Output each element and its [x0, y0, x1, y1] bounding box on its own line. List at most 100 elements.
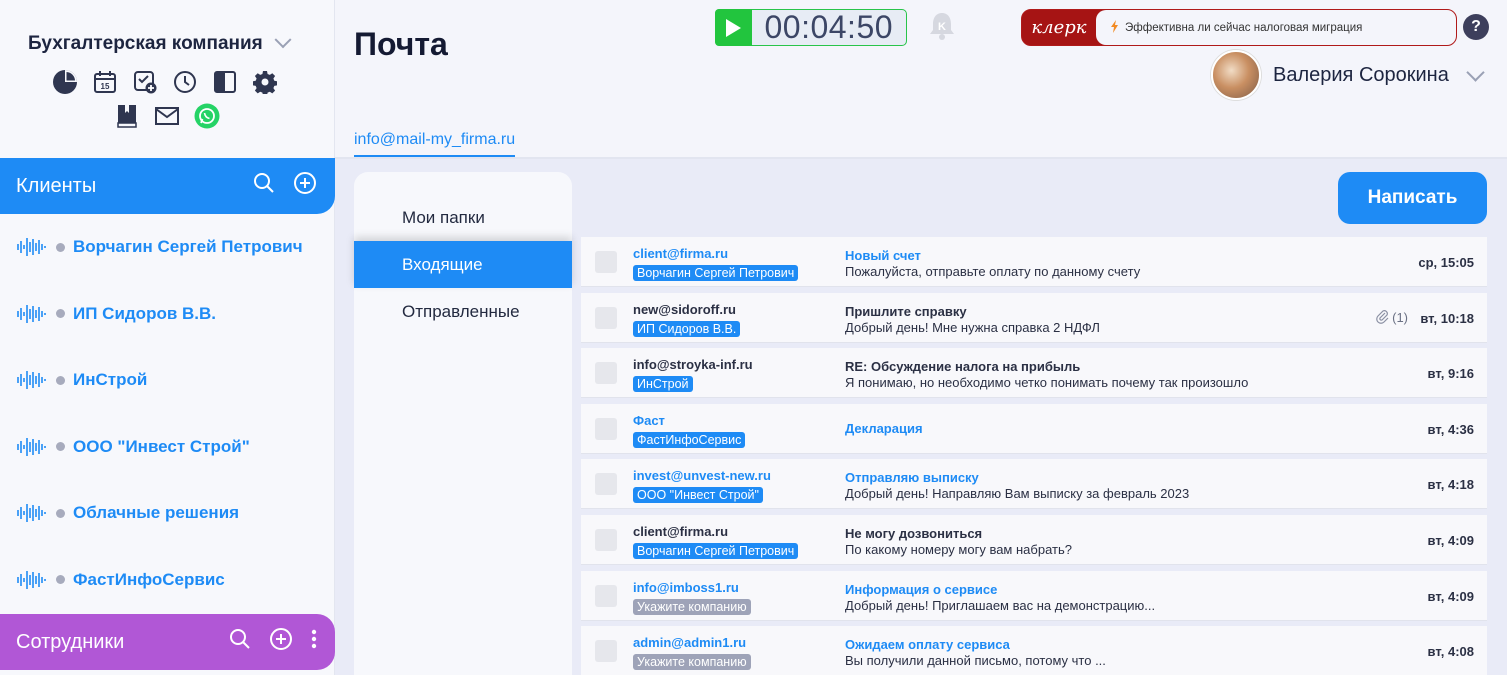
- company-placeholder-tag[interactable]: Укажите компанию: [633, 598, 751, 615]
- chevron-down-icon: [1466, 62, 1485, 82]
- email-preview: Пожалуйста, отправьте оплату по данному …: [845, 264, 1141, 279]
- clock-icon[interactable]: [172, 69, 198, 95]
- task-add-icon[interactable]: [132, 69, 158, 95]
- email-checkbox[interactable]: [595, 417, 617, 440]
- client-name: ИнСтрой: [73, 370, 148, 390]
- search-icon[interactable]: [229, 628, 251, 656]
- client-name: ФастИнфоСервис: [73, 569, 225, 589]
- svg-text:K: K: [938, 21, 946, 33]
- email-row[interactable]: admin@admin1.ru Укажите компанию Ожидаем…: [581, 626, 1487, 675]
- email-subject: Информация о сервисе: [845, 581, 998, 597]
- client-item[interactable]: ИП Сидоров В.В.: [0, 281, 335, 348]
- toolbar-row-2: [114, 103, 220, 129]
- status-dot: [56, 508, 65, 518]
- email-preview: Добрый день! Направляю Вам выписку за фе…: [845, 486, 1190, 502]
- book-icon[interactable]: [114, 103, 140, 129]
- status-dot: [56, 242, 65, 252]
- folder-my-folders[interactable]: Мои папки: [354, 194, 572, 241]
- email-checkbox[interactable]: [595, 528, 617, 551]
- email-row[interactable]: info@stroyka-inf.ru ИнСтрой RE: Обсужден…: [581, 348, 1487, 399]
- play-icon: [726, 18, 741, 37]
- user-menu[interactable]: Валерия Сорокина: [1211, 50, 1485, 100]
- email-row[interactable]: info@imboss1.ru Укажите компанию Информа…: [581, 570, 1487, 621]
- attachment-indicator: (1): [1376, 310, 1408, 325]
- folder-panel: Мои папки Входящие Отправленные: [354, 172, 572, 675]
- pie-chart-icon[interactable]: [52, 69, 78, 95]
- status-dot: [56, 309, 65, 319]
- client-name: Облачные решения: [73, 503, 240, 523]
- email-subject: Ожидаем оплату сервиса: [845, 637, 1010, 653]
- email-row[interactable]: new@sidoroff.ru ИП Сидоров В.В. Пришлите…: [581, 292, 1487, 343]
- mailbox-tab[interactable]: info@mail-my_firma.ru: [354, 131, 516, 158]
- email-date: вт, 10:18: [1420, 310, 1474, 326]
- soundwave-icon: [17, 570, 46, 589]
- folder-inbox[interactable]: Входящие: [354, 241, 572, 288]
- client-tag[interactable]: ИП Сидоров В.В.: [633, 320, 741, 337]
- email-date: вт, 4:36: [1427, 421, 1474, 437]
- more-vertical-icon[interactable]: [311, 629, 317, 655]
- add-client-icon[interactable]: [293, 171, 317, 201]
- email-subject: Не могу дозвониться: [845, 525, 983, 541]
- email-subject: Новый счет: [845, 248, 921, 263]
- add-staff-icon[interactable]: [269, 627, 293, 657]
- email-row[interactable]: client@firma.ru Ворчагин Сергей Петрович…: [581, 514, 1487, 565]
- client-tag[interactable]: Ворчагин Сергей Петрович: [633, 265, 799, 281]
- email-subject: Пришлите справку: [845, 303, 967, 319]
- company-placeholder-tag[interactable]: Укажите компанию: [633, 654, 751, 671]
- client-tag[interactable]: Ворчагин Сергей Петрович: [633, 542, 799, 559]
- gear-icon[interactable]: [252, 69, 278, 95]
- client-item[interactable]: ИнСтрой: [0, 347, 335, 414]
- email-checkbox[interactable]: [595, 473, 617, 496]
- email-row[interactable]: Фаст ФастИнфоСервис Декларация вт, 4:36: [581, 403, 1487, 454]
- email-sender: client@firma.ru: [633, 523, 729, 539]
- email-preview: По какому номеру могу вам набрать?: [845, 541, 1072, 557]
- page-title: Почта: [354, 26, 448, 62]
- status-dot: [56, 575, 65, 585]
- calendar-icon[interactable]: 15: [92, 69, 118, 95]
- klerk-logo: клерк: [1031, 17, 1087, 38]
- whatsapp-icon[interactable]: [194, 103, 220, 129]
- attachment-count: (1): [1392, 309, 1408, 325]
- client-item[interactable]: Облачные решения: [0, 480, 335, 547]
- layout-icon[interactable]: [212, 69, 238, 95]
- email-checkbox[interactable]: [595, 306, 617, 329]
- company-switcher[interactable]: Бухгалтерская компания: [28, 31, 292, 55]
- email-sender: client@firma.ru: [633, 246, 729, 261]
- email-checkbox[interactable]: [595, 362, 617, 385]
- search-icon[interactable]: [253, 172, 275, 200]
- staff-header: Сотрудники: [0, 614, 335, 670]
- client-tag[interactable]: ИнСтрой: [633, 376, 693, 393]
- email-row[interactable]: invest@unvest-new.ru ООО "Инвест Строй" …: [581, 459, 1487, 510]
- email-sender: Фаст: [633, 412, 665, 428]
- lightning-icon: [1110, 19, 1119, 36]
- email-checkbox[interactable]: [595, 251, 617, 273]
- email-checkbox[interactable]: [595, 640, 617, 663]
- status-dot: [56, 442, 65, 452]
- client-item[interactable]: ФастИнфоСервис: [0, 547, 335, 614]
- client-tag[interactable]: ООО "Инвест Строй": [633, 487, 763, 504]
- email-sender: info@stroyka-inf.ru: [633, 357, 753, 373]
- email-preview: Я понимаю, но необходимо четко понимать …: [845, 375, 1249, 391]
- folder-sent[interactable]: Отправленные: [354, 288, 572, 335]
- klerk-news-widget[interactable]: клерк Эффективна ли сейчас налоговая миг…: [1021, 9, 1457, 46]
- email-date: вт, 4:18: [1427, 477, 1474, 493]
- email-checkbox[interactable]: [595, 584, 617, 607]
- play-button[interactable]: [714, 9, 752, 46]
- email-sender: new@sidoroff.ru: [633, 301, 736, 317]
- client-item[interactable]: Ворчагин Сергей Петрович: [0, 214, 335, 281]
- soundwave-icon: [17, 504, 46, 523]
- email-preview: Добрый день! Приглашаем вас на демонстра…: [845, 597, 1156, 613]
- client-tag[interactable]: ФастИнфоСервис: [633, 431, 746, 448]
- compose-button[interactable]: Написать: [1338, 172, 1487, 224]
- email-sender: invest@unvest-new.ru: [633, 468, 771, 484]
- company-name: Бухгалтерская компания: [28, 33, 263, 54]
- email-date: вт, 9:16: [1427, 366, 1474, 382]
- client-item[interactable]: ООО "Инвест Строй": [0, 414, 335, 481]
- help-button[interactable]: ?: [1463, 14, 1489, 40]
- calendar-day: 15: [101, 82, 110, 91]
- email-date: вт, 4:09: [1427, 532, 1474, 548]
- email-row[interactable]: client@firma.ru Ворчагин Сергей Петрович…: [581, 237, 1487, 287]
- bell-icon[interactable]: K: [925, 10, 959, 49]
- mail-icon[interactable]: [154, 103, 180, 129]
- toolbar-row: 15: [52, 69, 278, 95]
